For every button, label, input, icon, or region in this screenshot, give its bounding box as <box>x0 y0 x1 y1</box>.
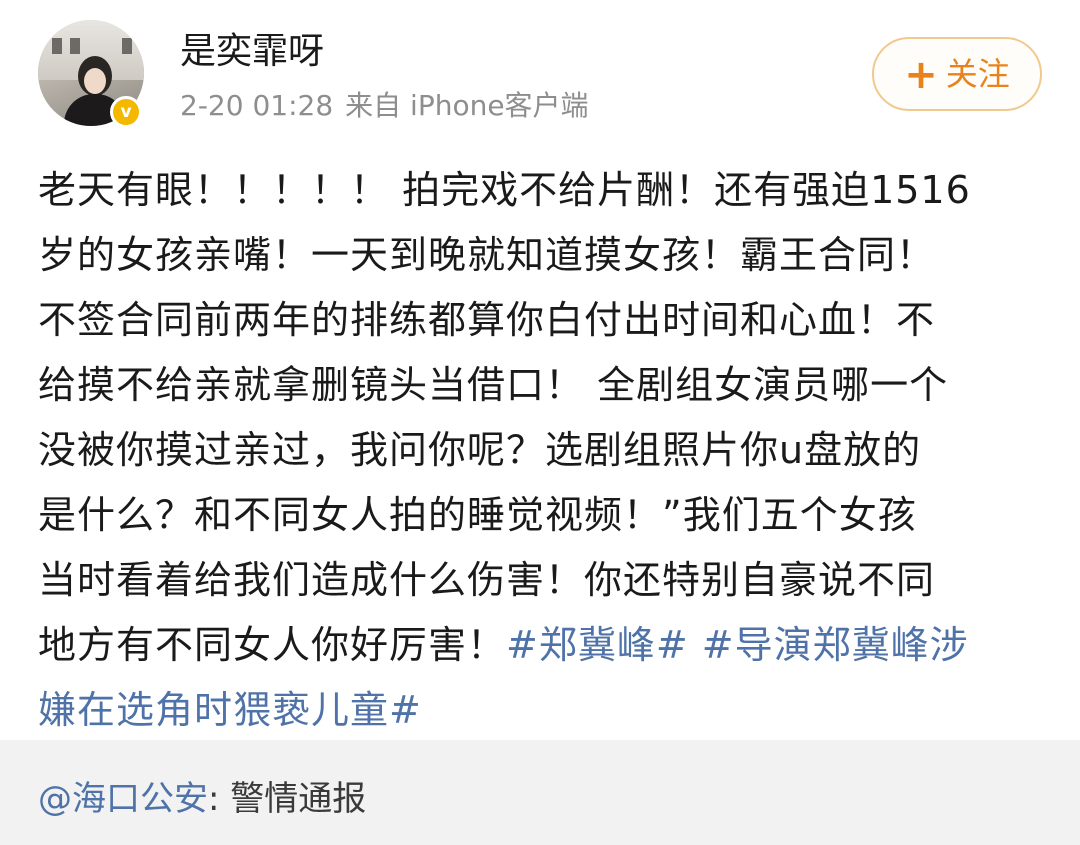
mention-link[interactable]: @海口公安 <box>38 779 208 819</box>
verified-badge-icon: v <box>110 96 142 128</box>
repost-reference[interactable]: @海口公安: 警情通报 <box>38 777 366 821</box>
content-line: 岁的女孩亲嘴！一天到晚就知道摸女孩！霸王合同！ <box>38 233 936 277</box>
avatar-window <box>52 38 62 54</box>
content-text: 地方有不同女人你好厉害！ <box>38 623 507 667</box>
hashtag-link[interactable]: #郑冀峰# <box>506 623 689 667</box>
avatar-window <box>70 38 80 54</box>
content-line: 给摸不给亲就拿删镜头当借口！ 全剧组女演员哪一个 <box>38 363 949 407</box>
hashtag-link-continued[interactable]: 嫌在选角时猥亵儿童# <box>38 688 422 732</box>
hashtag-link[interactable]: #导演郑冀峰涉 <box>702 623 969 667</box>
content-line: 是什么？和不同女人拍的睡觉视频！”我们五个女孩 <box>38 493 917 537</box>
post-content: 老天有眼！！！！！ 拍完戏不给片酬！还有强迫1516 岁的女孩亲嘴！一天到晚就知… <box>38 158 1048 743</box>
avatar-window <box>122 38 132 54</box>
content-line: 不签合同前两年的排练都算你白付出时间和心血！不 <box>38 298 936 342</box>
content-line-with-hashtags: 地方有不同女人你好厉害！#郑冀峰# #导演郑冀峰涉 <box>38 613 1048 678</box>
content-line: 当时看着给我们造成什么伤害！你还特别自豪说不同 <box>38 558 936 602</box>
post-timestamp: 2-20 01:28 <box>180 89 334 122</box>
content-line: 没被你摸过亲过，我问你呢？选剧组照片你u盘放的 <box>38 428 922 472</box>
plus-icon: + <box>904 52 938 98</box>
follow-label: 关注 <box>945 55 1010 93</box>
username[interactable]: 是奕霏呀 <box>180 30 324 74</box>
follow-button[interactable]: + 关注 <box>872 37 1042 111</box>
repost-text: 警情通报 <box>230 779 367 819</box>
mention-separator: : <box>208 779 220 819</box>
content-line: 老天有眼！！！！！ 拍完戏不给片酬！还有强迫1516 <box>38 168 971 212</box>
avatar-face <box>84 68 106 94</box>
content-line: 嫌在选角时猥亵儿童# <box>38 678 1048 743</box>
weibo-post-card: v 是奕霏呀 2-20 01:28 来自 iPhone客户端 + 关注 老天有眼！！… <box>0 0 1080 740</box>
post-meta: 2-20 01:28 来自 iPhone客户端 <box>180 88 589 124</box>
post-source: 来自 iPhone客户端 <box>345 89 589 122</box>
